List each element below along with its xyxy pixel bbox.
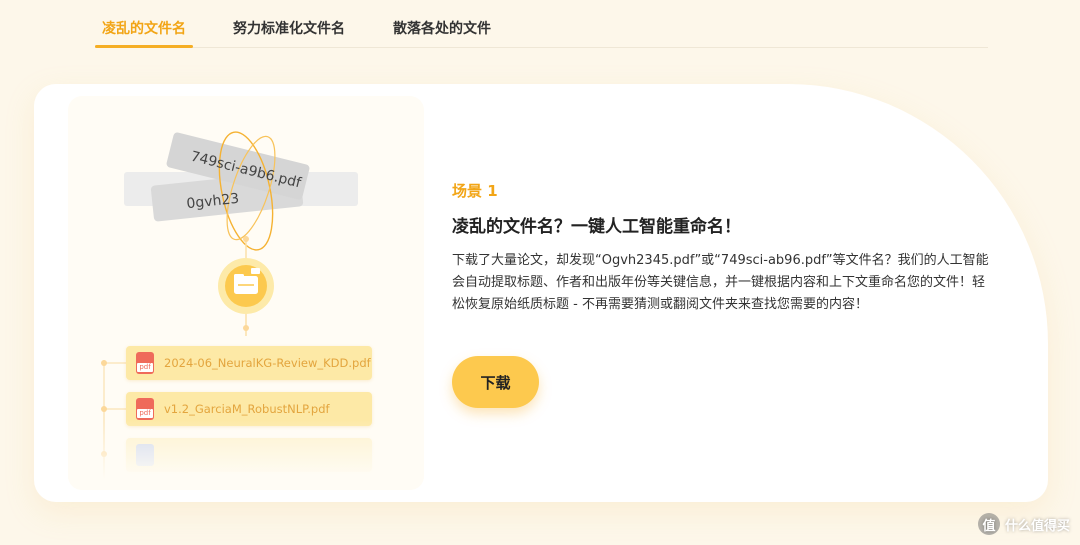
watermark-text: 什么值得买 [1004, 518, 1070, 534]
headline: 凌乱的文件名？一键人工智能重命名！ [452, 217, 741, 237]
renamed-file-name: 2024-06_NeuralKG-Review_KDD.pdf [164, 356, 371, 370]
pdf-icon: pdf [136, 352, 154, 374]
description: 下载了大量论文，却发现“Ogvh2345.pdf”或“749sci-ab96.p… [452, 253, 989, 312]
download-button[interactable]: 下载 [452, 356, 539, 408]
feature-card: 749sci-a9b6.pdf 0gvh23 pdf 2024-06_Neura… [34, 84, 1048, 502]
timeline-dot [101, 406, 107, 412]
tab-scattered-files[interactable]: 散落各处的文件 [387, 0, 497, 47]
illustration-fade [68, 420, 424, 490]
renamed-file-name: v1.2_GarciaM_RobustNLP.pdf [164, 402, 330, 416]
pdf-icon: pdf [136, 398, 154, 420]
tab-messy-filenames[interactable]: 凌乱的文件名 [95, 0, 193, 48]
connector-dot [243, 325, 249, 331]
tab-bar: 凌乱的文件名 努力标准化文件名 散落各处的文件 [95, 0, 988, 48]
renamed-file-row: pdf 2024-06_NeuralKG-Review_KDD.pdf [126, 346, 372, 380]
watermark-logo-icon: 值 [977, 513, 1000, 535]
timeline-dot [101, 360, 107, 366]
rename-illustration: 749sci-a9b6.pdf 0gvh23 pdf 2024-06_Neura… [68, 96, 424, 490]
watermark: 值 什么值得买 [977, 513, 1070, 535]
scene-label: 场景 1 [452, 182, 498, 200]
connector-dot [243, 236, 249, 242]
tab-standardize-filenames[interactable]: 努力标准化文件名 [227, 0, 351, 47]
